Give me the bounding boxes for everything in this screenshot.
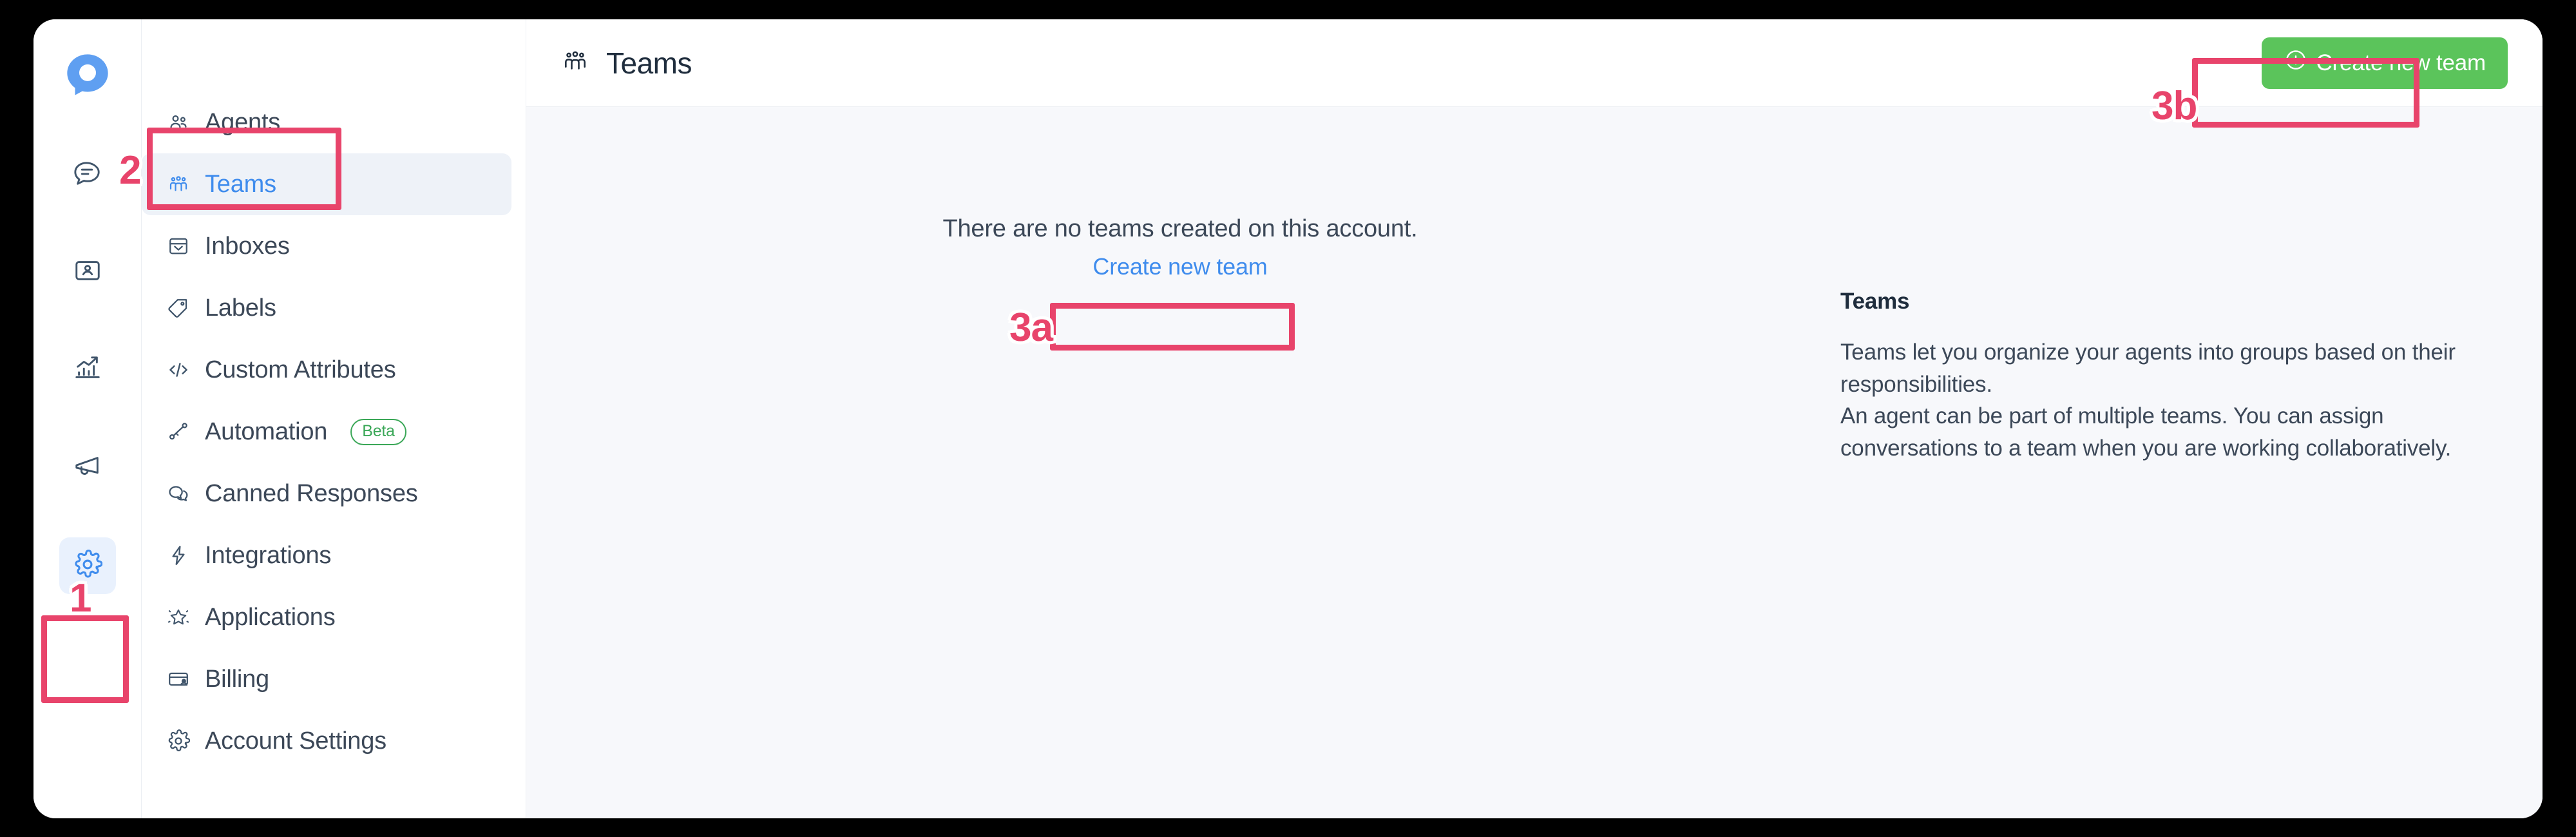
sidebar-item-account-settings[interactable]: Account Settings [142,710,511,772]
chat-bubble-icon [73,158,102,191]
speech-bubbles-icon [166,481,191,506]
sidebar-item-custom-attributes[interactable]: Custom Attributes [142,339,511,401]
star-sparkle-icon [166,605,191,630]
sidebar-item-label: Automation [205,418,328,445]
sidebar-item-label: Canned Responses [205,480,418,507]
create-new-team-button-label: Create new team [2316,50,2486,75]
lightning-bolt-icon [166,543,191,568]
teams-empty-state: There are no teams created on this accou… [526,107,1834,818]
info-panel-paragraph-2: An agent can be part of multiple teams. … [1840,403,2452,461]
chatwoot-logo-icon[interactable] [63,50,112,99]
sidebar-item-canned-responses[interactable]: Canned Responses [142,463,511,524]
gear-icon [73,549,102,582]
sidebar-item-label: Applications [205,604,336,631]
megaphone-icon [73,452,102,485]
bar-chart-arrow-icon [73,354,102,387]
automation-beta-badge: Beta [350,418,406,445]
teams-info-panel: Teams Teams let you organize your agents… [1834,107,2543,818]
sidebar-item-billing[interactable]: Billing [142,648,511,710]
gear-icon [166,729,191,753]
info-panel-paragraph-1: Teams let you organize your agents into … [1840,340,2456,397]
plus-circle-icon [2284,48,2308,78]
people-icon [166,110,191,135]
sidebar-item-label: Billing [205,666,269,693]
page-title: Teams [606,46,692,80]
credit-card-icon [166,667,191,691]
sidebar-item-label: Inboxes [205,233,290,260]
sidebar-item-label: Integrations [205,542,332,569]
team-group-icon [166,172,191,197]
sidebar-item-settings[interactable] [59,537,116,594]
page-body: There are no teams created on this accou… [526,107,2543,818]
sidebar-item-reports[interactable] [59,342,116,398]
empty-state-create-new-team-link[interactable]: Create new team [1092,253,1267,280]
sidebar-item-automation[interactable]: Automation Beta [142,401,511,463]
sidebar-item-inboxes[interactable]: Inboxes [142,215,511,277]
sidebar-item-conversations[interactable] [59,146,116,202]
sidebar-item-label: Account Settings [205,727,386,755]
main-content: Teams Create new team There are no teams… [526,19,2543,818]
team-group-icon [561,47,589,79]
sidebar-item-label: Labels [205,294,276,322]
sidebar-item-contacts[interactable] [59,244,116,300]
sidebar-item-label: Agents [205,109,281,136]
info-panel-title: Teams [1840,289,1910,314]
sidebar-item-label: Teams [205,171,276,198]
sidebar-item-campaigns[interactable] [59,439,116,496]
create-new-team-button[interactable]: Create new team [2262,37,2508,89]
tag-icon [166,296,191,320]
device-bezel: Agents Teams Inboxes Labels Custom Attri… [0,0,2576,837]
inbox-tray-icon [166,234,191,258]
automation-icon [166,419,191,444]
sidebar-item-teams[interactable]: Teams [142,153,511,215]
sidebar-item-integrations[interactable]: Integrations [142,524,511,586]
code-brackets-icon [166,358,191,382]
page-title-group: Teams [561,46,692,81]
sidebar-item-labels[interactable]: Labels [142,277,511,339]
settings-menu-panel: Agents Teams Inboxes Labels Custom Attri… [142,19,526,818]
app-window: Agents Teams Inboxes Labels Custom Attri… [33,19,2543,818]
sidebar-item-label: Custom Attributes [205,356,396,383]
contacts-card-icon [73,256,102,289]
sidebar-item-agents[interactable]: Agents [142,91,511,153]
page-header: Teams Create new team [526,19,2543,107]
primary-icon-rail [33,19,142,818]
sidebar-item-applications[interactable]: Applications [142,586,511,648]
empty-state-message: There are no teams created on this accou… [942,215,1418,242]
